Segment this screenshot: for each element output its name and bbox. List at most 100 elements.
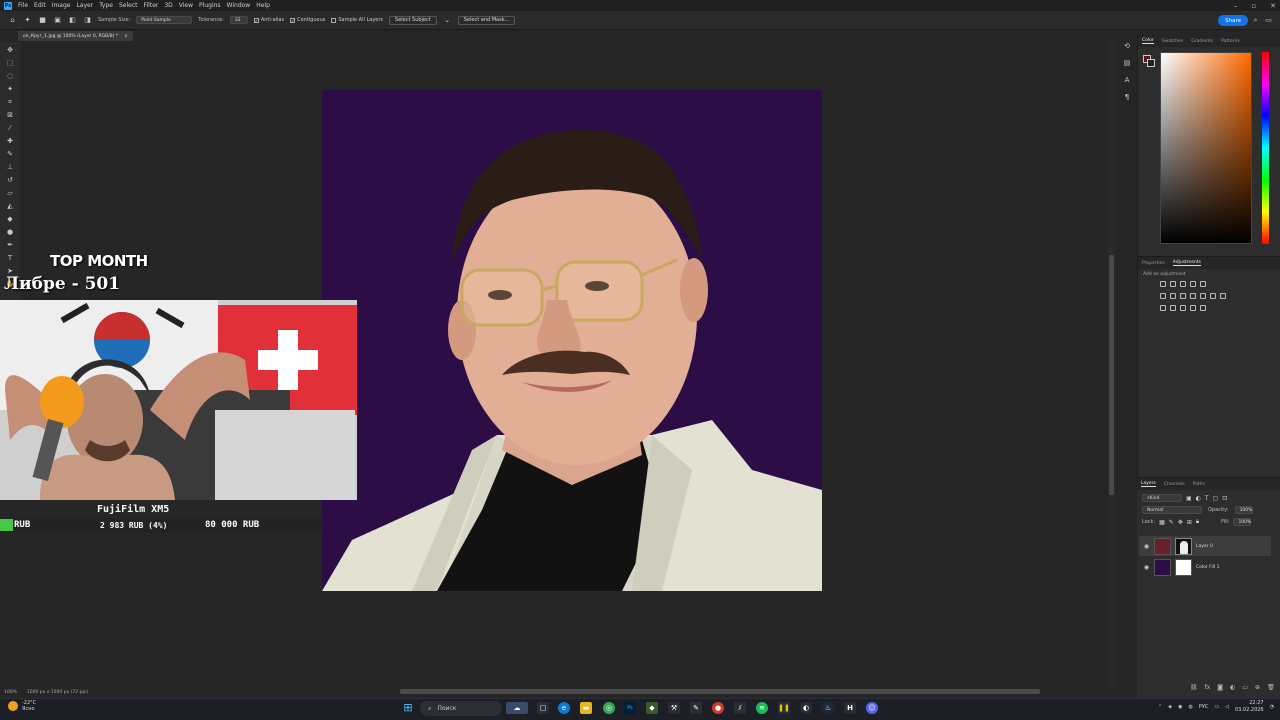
filter-adjust-icon[interactable]: ◐	[1196, 495, 1201, 502]
curves-icon[interactable]	[1180, 281, 1186, 287]
spotify-icon[interactable]: ≋	[756, 702, 768, 714]
character-panel-icon[interactable]: A	[1123, 76, 1132, 85]
paragraph-panel-icon[interactable]: ¶	[1123, 93, 1132, 102]
tab-adjustments[interactable]: Adjustments	[1172, 260, 1201, 266]
lock-paint-icon[interactable]: ✎	[1169, 519, 1174, 526]
add-mask-icon[interactable]: ◙	[1217, 684, 1223, 691]
taskbar-search[interactable]: ⌕ Поиск	[420, 701, 502, 716]
color-balance-icon[interactable]	[1170, 293, 1176, 299]
opacity-input[interactable]: 100%	[1234, 506, 1253, 514]
menu-view[interactable]: View	[179, 2, 193, 9]
comments-panel-icon[interactable]: ▤	[1123, 59, 1132, 68]
obs-icon[interactable]: ◐	[800, 702, 812, 714]
tab-channels[interactable]: Channels	[1164, 482, 1185, 487]
delete-layer-icon[interactable]: 🗑︎	[1267, 684, 1275, 691]
posterize-icon[interactable]	[1170, 305, 1176, 311]
tray-app-icon[interactable]: ◉	[1178, 704, 1182, 710]
subject-dropdown-icon[interactable]: ⌄	[443, 16, 452, 25]
volume-icon[interactable]: ◁	[1225, 704, 1229, 710]
menu-type[interactable]: Type	[99, 2, 113, 9]
adjustment-layer-icon[interactable]: ◐	[1230, 684, 1235, 691]
menu-select[interactable]: Select	[119, 2, 138, 9]
tab-swatches[interactable]: Swatches	[1162, 39, 1184, 44]
select-and-mask-button[interactable]: Select and Mask...	[457, 15, 516, 25]
move-tool-icon[interactable]: ✥	[6, 46, 15, 55]
dodge-tool-icon[interactable]: ●	[6, 228, 15, 237]
task-view-icon[interactable]: ▢	[537, 702, 549, 714]
black-white-icon[interactable]	[1180, 293, 1186, 299]
steam-icon[interactable]: ♨	[822, 702, 834, 714]
network-icon[interactable]: ▭	[1214, 704, 1219, 710]
subtract-selection-icon[interactable]: ◧	[68, 16, 77, 25]
search-icon[interactable]: ⌕	[1251, 16, 1260, 25]
menu-filter[interactable]: Filter	[144, 2, 159, 9]
color-lookup-icon[interactable]	[1210, 293, 1216, 299]
notifications-icon[interactable]: ◔	[1270, 704, 1274, 710]
select-subject-button[interactable]: Select Subject	[389, 15, 437, 25]
filter-type-icon[interactable]: T	[1205, 495, 1209, 502]
horizontal-scroll-thumb[interactable]	[400, 689, 1040, 694]
layer-mask-thumbnail[interactable]	[1175, 558, 1192, 576]
edge-icon[interactable]: e	[558, 702, 570, 714]
menu-plugins[interactable]: Plugins	[199, 2, 221, 9]
tab-patterns[interactable]: Patterns	[1221, 39, 1240, 44]
widgets-icon[interactable]: ☁	[506, 702, 528, 714]
layer-row[interactable]: ◉ Color Fill 1	[1139, 557, 1271, 577]
brightness-icon[interactable]	[1160, 281, 1166, 287]
magic-wand-tool-icon[interactable]: ✦	[6, 85, 15, 94]
add-selection-icon[interactable]: ▣	[53, 16, 62, 25]
lock-artboard-icon[interactable]: ⊞	[1187, 519, 1192, 526]
filter-shape-icon[interactable]: ▢	[1213, 495, 1219, 502]
filter-pixel-icon[interactable]: ▣	[1186, 495, 1192, 502]
fill-input[interactable]: 100%	[1233, 518, 1252, 526]
exposure-icon[interactable]	[1190, 281, 1196, 287]
kind-filter-select[interactable]: ⌕ Kind	[1142, 494, 1182, 502]
app-icon-pin[interactable]: ✎	[690, 702, 702, 714]
hue-slider[interactable]	[1262, 52, 1269, 244]
workspace-icon[interactable]: ▭	[1264, 16, 1273, 25]
menu-edit[interactable]: Edit	[34, 2, 46, 9]
weather-widget[interactable]: -22°C Ясно	[8, 700, 36, 712]
start-icon[interactable]: ⊞	[402, 702, 414, 714]
magic-wand-icon[interactable]: ✦	[23, 16, 32, 25]
healing-tool-icon[interactable]: ✚	[6, 137, 15, 146]
discord-icon[interactable]: ☺	[866, 702, 878, 714]
brush-tool-icon[interactable]: ✎	[6, 150, 15, 159]
frame-tool-icon[interactable]: ⊠	[6, 111, 15, 120]
filter-smart-icon[interactable]: ⊡	[1222, 495, 1227, 502]
vertical-scroll-thumb[interactable]	[1109, 255, 1114, 495]
hue-saturation-icon[interactable]	[1160, 293, 1166, 299]
menu-file[interactable]: File	[18, 2, 28, 9]
app-icon-pause[interactable]: ❚❚	[778, 702, 790, 714]
new-layer-icon[interactable]: ⊕	[1255, 684, 1260, 691]
lock-pixels-icon[interactable]: ▦	[1159, 519, 1165, 526]
app-icon-record[interactable]: ●	[712, 702, 724, 714]
zoom-level[interactable]: 100%	[4, 690, 17, 695]
gradient-tool-icon[interactable]: ◭	[6, 202, 15, 211]
sample-all-layers-checkbox[interactable]: Sample All Layers	[331, 17, 383, 23]
background-color-swatch[interactable]	[1147, 59, 1155, 67]
lasso-tool-icon[interactable]: ◌	[6, 72, 15, 81]
selective-color-icon[interactable]	[1220, 293, 1226, 299]
tab-color[interactable]: Color	[1142, 38, 1154, 44]
menu-window[interactable]: Window	[227, 2, 251, 9]
menu-help[interactable]: Help	[256, 2, 270, 9]
lock-all-icon[interactable]: 🔒︎	[1196, 518, 1199, 526]
blur-tool-icon[interactable]: ◆	[6, 215, 15, 224]
file-explorer-icon[interactable]: ▬	[580, 702, 592, 714]
app-icon-h[interactable]: H	[844, 702, 856, 714]
tolerance-input[interactable]: 32	[229, 16, 248, 24]
layer-row-selected[interactable]: ◉ Layer 0	[1139, 536, 1271, 556]
type-tool-icon[interactable]: T	[6, 254, 15, 263]
layer-mask-thumbnail[interactable]	[1175, 537, 1192, 555]
intersect-selection-icon[interactable]: ◨	[83, 16, 92, 25]
app-icon-media[interactable]: ⫽	[734, 702, 746, 714]
tab-properties[interactable]: Properties	[1142, 261, 1165, 266]
link-layers-icon[interactable]: ⛓	[1190, 684, 1198, 691]
chrome-icon[interactable]: ◎	[603, 702, 615, 714]
eyedropper-tool-icon[interactable]: ⁄	[6, 124, 15, 133]
sample-size-select[interactable]: Point Sample	[136, 16, 193, 24]
levels-icon[interactable]	[1170, 281, 1176, 287]
app-icon-tool[interactable]: ⚒	[668, 702, 680, 714]
group-icon[interactable]: ▭	[1242, 684, 1248, 691]
